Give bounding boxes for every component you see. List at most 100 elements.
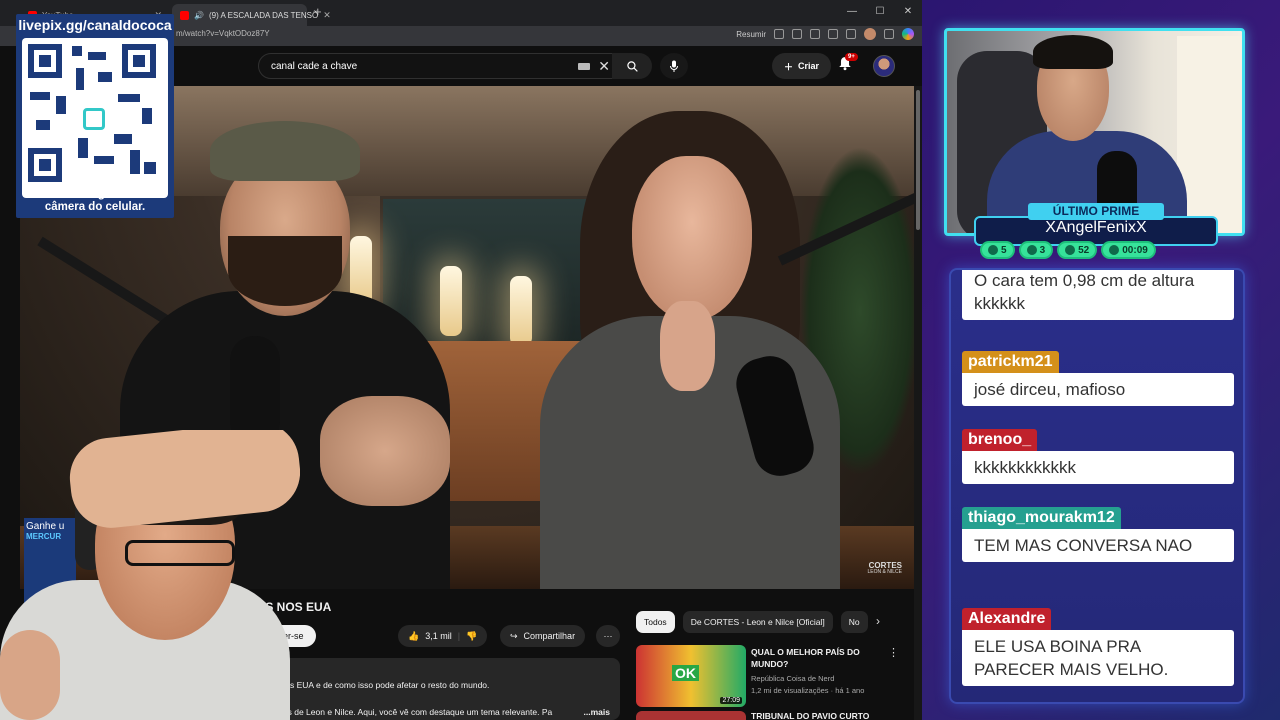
zoom-icon[interactable]	[810, 29, 820, 39]
create-label: Criar	[798, 61, 820, 71]
streamer-hand	[0, 630, 60, 720]
chat-icon	[988, 245, 998, 255]
qr-code	[22, 38, 168, 198]
instruction-line: leia o código com a	[41, 188, 149, 200]
thumbs-up-icon: 👍	[408, 630, 420, 641]
recommendation-filters: Todos De CORTES - Leon e Nilce [Oficial]…	[636, 611, 868, 633]
qr-module	[118, 94, 140, 102]
copilot-icon[interactable]	[902, 28, 914, 40]
chat-message-text: TEM MAS CONVERSA NAO	[962, 529, 1234, 562]
grid-icon[interactable]	[792, 29, 802, 39]
recommendation-title[interactable]: QUAL O MELHOR PAÍS DO MUNDO?	[751, 646, 876, 670]
close-window-button[interactable]: ✕	[894, 0, 922, 26]
qr-module	[94, 156, 114, 164]
stat-value: 00:09	[1122, 244, 1148, 256]
chip-next[interactable]: No	[840, 611, 868, 633]
notification-badge: 9+	[845, 53, 858, 61]
stat-chat: 5	[980, 241, 1015, 259]
chat-message: Alexandre ELE USA BOINA PRA PARECER MAIS…	[962, 608, 1234, 686]
qr-module	[56, 96, 66, 114]
chip-all[interactable]: Todos	[636, 611, 675, 633]
favorite-star-icon[interactable]	[828, 29, 838, 39]
qr-module	[78, 138, 88, 158]
search-button[interactable]	[612, 53, 652, 79]
chat-username: thiago_mourakm12	[962, 507, 1121, 529]
qr-finder	[28, 44, 62, 78]
livepix-instructions: leia o código com a câmera do celular.	[16, 188, 174, 214]
stat-value: 5	[1001, 244, 1007, 256]
chevron-right-icon[interactable]: ›	[876, 614, 880, 628]
kebab-menu-icon[interactable]: ⋮	[888, 646, 899, 659]
notifications-button[interactable]: 9+	[838, 53, 858, 76]
qr-module	[72, 46, 82, 56]
last-prime-label: ÚLTIMO PRIME	[1028, 203, 1164, 220]
chat-message-text: josé dirceu, mafioso	[962, 373, 1234, 406]
recommendation-channel[interactable]: República Coisa de Nerd	[751, 674, 834, 683]
chat-username: brenoo_	[962, 429, 1038, 451]
glasses	[125, 540, 235, 566]
chat-panel: O cara tem 0,98 cm de altura kkkkkk patr…	[949, 268, 1245, 704]
plus-icon: ＋	[784, 61, 794, 72]
refresh-icon[interactable]	[846, 29, 856, 39]
summarize-button[interactable]: Resumir	[736, 30, 766, 39]
speaker-icon[interactable]: 🔊	[194, 11, 204, 20]
stat-followers: 52	[1057, 241, 1098, 259]
maximize-button[interactable]: ☐	[866, 0, 894, 26]
channel-watermark: CORTES LEON & NILCE	[868, 562, 902, 575]
like-divider: |	[457, 631, 461, 641]
translate-icon[interactable]	[774, 29, 784, 39]
qr-module	[76, 68, 84, 90]
chat-message: patrickm21 josé dirceu, mafioso	[962, 351, 1234, 406]
page-scrollbar[interactable]	[914, 86, 922, 720]
window-controls: — ☐ ✕	[838, 0, 922, 26]
chat-message: brenoo_ kkkkkkkkkkkk	[962, 429, 1234, 484]
recommendation-thumbnail[interactable]	[636, 711, 746, 720]
show-more-link[interactable]: ...mais	[584, 707, 610, 717]
chat-message-text: O cara tem 0,98 cm de altura kkkkkk	[962, 270, 1234, 320]
chat-message-text: ELE USA BOINA PRA PARECER MAIS VELHO.	[962, 630, 1234, 686]
extensions-icon[interactable]	[884, 29, 894, 39]
thumbs-down-icon[interactable]: 👎	[466, 631, 477, 642]
host-right-hand	[660, 301, 715, 391]
profile-avatar[interactable]	[864, 28, 876, 40]
new-tab-button[interactable]: +	[314, 4, 322, 19]
stat-video: 3	[1018, 241, 1054, 259]
video-duration: 27:09	[720, 697, 742, 704]
share-button[interactable]: ↪ Compartilhar	[500, 625, 586, 647]
clear-search-icon[interactable]: ✕	[598, 58, 610, 75]
clock-icon	[1109, 245, 1120, 255]
chat-message-text: kkkkkkkkkkkk	[962, 451, 1234, 484]
livepix-qr-panel: livepix.gg/canaldococa leia o código com…	[16, 14, 174, 218]
stat-value: 52	[1078, 244, 1090, 256]
recommendation-title[interactable]: TRIBUNAL DO PAVIO CURTO	[751, 711, 869, 720]
qr-finder	[122, 44, 156, 78]
url-field[interactable]: m/watch?v=VqktODoz87Y	[176, 29, 270, 38]
qr-module	[130, 150, 140, 174]
user-avatar[interactable]	[873, 55, 895, 77]
streamer-arm	[65, 430, 300, 532]
keyboard-icon[interactable]	[578, 63, 590, 70]
close-tab-icon[interactable]: ✕	[323, 10, 331, 21]
scrollbar-thumb[interactable]	[916, 90, 920, 230]
qr-module	[114, 134, 132, 144]
streamer-hair	[1033, 35, 1113, 69]
chip-channel[interactable]: De CORTES - Leon e Nilce [Oficial]	[682, 611, 833, 633]
livepix-url: livepix.gg/canaldococa	[18, 17, 172, 33]
recommendation-thumbnail[interactable]: OK 27:09	[636, 645, 746, 707]
create-button[interactable]: ＋ Criar	[772, 53, 832, 79]
tab-active-video[interactable]: 🔊 (9) A ESCALADA DAS TENSÕ ✕	[172, 4, 331, 26]
last-prime-name: XAngelFenixX	[1045, 219, 1147, 236]
more-actions-button[interactable]: ···	[596, 625, 620, 647]
host-left-cap	[210, 121, 360, 181]
share-label: Compartilhar	[523, 631, 576, 641]
like-button[interactable]: 👍 3,1 mil | 👎	[398, 625, 488, 647]
voice-search-button[interactable]	[660, 53, 688, 79]
search-input[interactable]: canal cade a chave ✕	[258, 53, 621, 79]
host-left-beard	[228, 236, 342, 306]
stat-value: 3	[1039, 244, 1046, 256]
share-icon: ↪	[510, 630, 518, 641]
recommendation-meta: 1,2 mi de visualizações · há 1 ano	[751, 686, 865, 695]
thumbnail-text: OK	[672, 665, 699, 681]
minimize-button[interactable]: —	[838, 0, 866, 26]
chat-message: thiago_mourakm12 TEM MAS CONVERSA NAO	[962, 507, 1234, 562]
